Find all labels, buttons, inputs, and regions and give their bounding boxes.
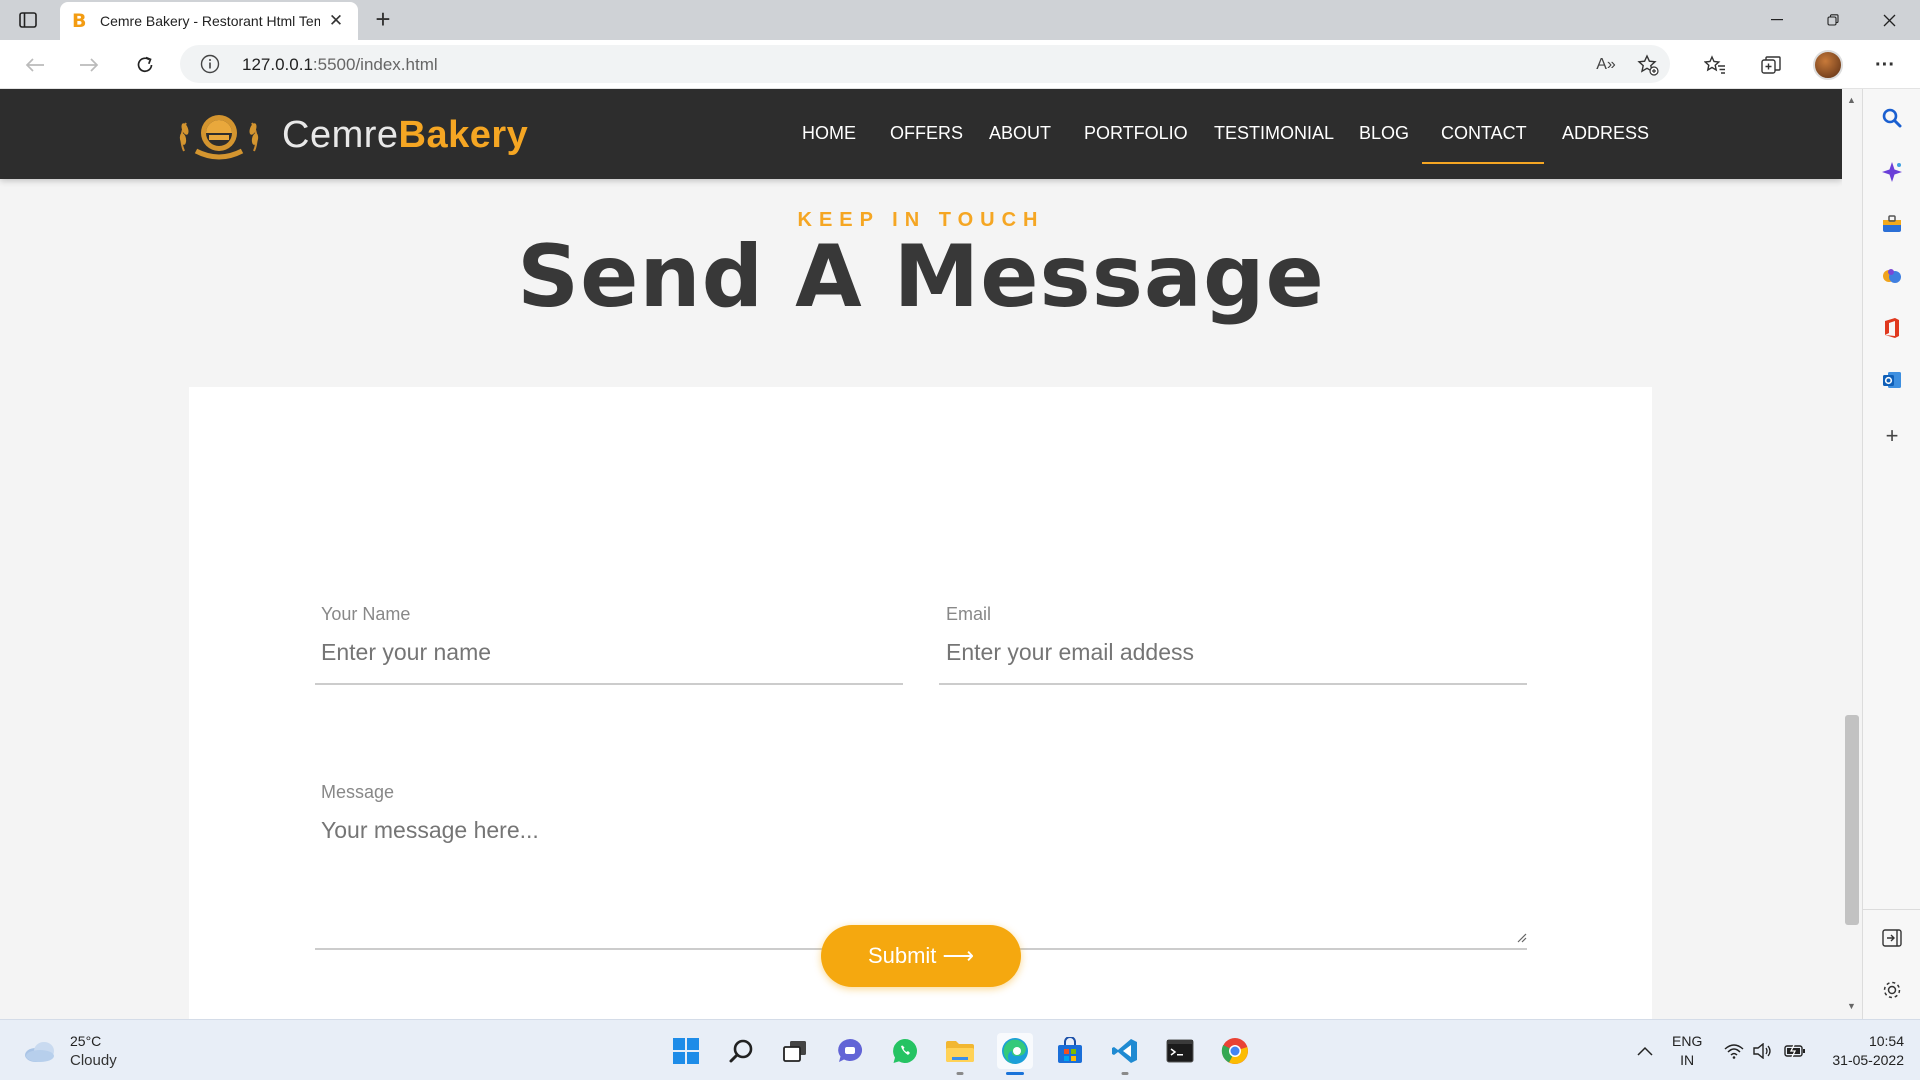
browser-tab-strip: B Cemre Bakery - Restorant Html Template… [0, 0, 1920, 40]
task-view-icon[interactable] [777, 1033, 813, 1069]
nav-testimonial[interactable]: TESTIMONIAL [1214, 123, 1334, 144]
active-app-indicator [1006, 1072, 1024, 1075]
message-textarea[interactable] [321, 817, 1521, 937]
terminal-icon[interactable] [1162, 1033, 1198, 1069]
favorites-icon[interactable] [1700, 50, 1730, 80]
microsoft-store-icon[interactable] [1052, 1033, 1088, 1069]
running-indicator [956, 1072, 964, 1075]
logo-text: CemreBakery [282, 114, 528, 157]
url-text: 127.0.0.1:5500/index.html [242, 55, 438, 75]
wifi-icon[interactable] [1724, 1020, 1744, 1080]
url-host: 127.0.0.1 [242, 55, 313, 74]
website-viewport: CemreBakery HOME OFFERS ABOUT PORTFOLIO … [0, 89, 1842, 1019]
name-underline [315, 683, 903, 685]
nav-about[interactable]: ABOUT [989, 123, 1051, 144]
weather-description: Cloudy [70, 1052, 117, 1069]
scroll-up-arrow-icon[interactable]: ▲ [1847, 95, 1856, 105]
tools-briefcase-icon[interactable] [1879, 211, 1905, 237]
name-label: Your Name [321, 604, 411, 624]
email-underline [939, 683, 1527, 685]
close-window-icon[interactable] [1862, 0, 1916, 40]
tab-title: Cemre Bakery - Restorant Html Template [100, 13, 320, 29]
cloud-icon [25, 1042, 54, 1062]
clock-date: 31-05-2022 [1832, 1052, 1904, 1068]
site-navbar: CemreBakery HOME OFFERS ABOUT PORTFOLIO … [0, 89, 1842, 179]
bakery-favicon-icon: B [72, 10, 87, 32]
sidebar-settings-gear-icon[interactable] [1879, 977, 1905, 1003]
logo-text-bold: Bakery [398, 113, 529, 156]
file-explorer-icon[interactable] [942, 1033, 978, 1075]
logo-text-light: Cemre [282, 113, 399, 156]
battery-icon[interactable] [1784, 1020, 1806, 1080]
message-label: Message [321, 782, 395, 802]
email-label: Email [946, 604, 992, 624]
hide-sidebar-icon[interactable] [1879, 925, 1905, 951]
add-sidebar-app-icon[interactable]: + [1879, 423, 1905, 449]
edge-browser-icon[interactable] [997, 1033, 1033, 1075]
region-code: IN [1680, 1052, 1695, 1068]
restore-icon[interactable] [1806, 0, 1860, 40]
show-hidden-icons-chevron-icon[interactable] [1636, 1020, 1654, 1080]
input-language[interactable]: ENG IN [1672, 1032, 1702, 1070]
search-icon[interactable] [1879, 105, 1905, 131]
contact-form-card: Your Name Email Message Submit ⟶ [189, 387, 1652, 1019]
submit-button[interactable]: Submit ⟶ [821, 925, 1021, 987]
active-nav-indicator [1422, 162, 1544, 164]
discover-sparkle-icon[interactable] [1879, 159, 1905, 185]
edge-sidebar: + [1862, 89, 1920, 1019]
read-aloud-icon[interactable]: A» [1594, 53, 1618, 77]
taskbar-search-icon[interactable] [723, 1033, 759, 1069]
name-input[interactable] [321, 639, 901, 666]
collections-icon[interactable] [1756, 50, 1786, 80]
windows-taskbar: 25°C Cloudy ENG IN 10:54 31-05-2022 [0, 1019, 1920, 1080]
nav-home[interactable]: HOME [802, 123, 856, 144]
section-heading: Send A Message [517, 227, 1325, 327]
close-tab-icon[interactable]: ✕ [326, 11, 346, 31]
language-code: ENG [1672, 1033, 1703, 1049]
nav-address[interactable]: ADDRESS [1562, 123, 1649, 144]
running-indicator [1121, 1072, 1129, 1075]
weather-temperature: 25°C [70, 1033, 102, 1049]
forward-arrow-icon[interactable] [74, 50, 104, 80]
scroll-thumb[interactable] [1845, 715, 1859, 925]
address-bar[interactable]: 127.0.0.1:5500/index.html A» [180, 45, 1670, 83]
page-scrollbar[interactable]: ▲ ▼ [1842, 89, 1862, 1019]
weather-widget[interactable]: 25°C Cloudy [22, 1032, 117, 1070]
scroll-down-arrow-icon[interactable]: ▼ [1847, 1001, 1856, 1011]
back-arrow-icon[interactable] [20, 50, 50, 80]
profile-avatar[interactable] [1813, 50, 1843, 80]
email-input[interactable] [946, 639, 1526, 666]
nav-portfolio[interactable]: PORTFOLIO [1084, 123, 1188, 144]
url-path: :5500/index.html [312, 55, 438, 74]
site-info-icon[interactable] [200, 54, 220, 74]
office-icon[interactable] [1879, 315, 1905, 341]
new-tab-icon[interactable]: + [368, 4, 398, 35]
site-logo[interactable]: CemreBakery [176, 107, 528, 163]
weather-text: 25°C Cloudy [70, 1032, 117, 1070]
minimize-icon[interactable] [1750, 0, 1804, 40]
bakery-emblem-icon [179, 115, 259, 160]
browser-toolbar: 127.0.0.1:5500/index.html A» ··· [0, 40, 1920, 89]
vscode-icon[interactable] [1107, 1033, 1143, 1075]
refresh-icon[interactable] [130, 50, 160, 80]
more-options-icon[interactable]: ··· [1870, 50, 1900, 80]
games-icon[interactable] [1879, 263, 1905, 289]
system-clock[interactable]: 10:54 31-05-2022 [1824, 1032, 1904, 1070]
nav-contact[interactable]: CONTACT [1441, 123, 1527, 144]
tab-actions-icon[interactable] [14, 8, 42, 32]
resize-handle-icon[interactable] [1515, 931, 1527, 943]
clock-time: 10:54 [1868, 1033, 1904, 1049]
outlook-icon[interactable] [1879, 367, 1905, 393]
start-windows-icon[interactable] [668, 1033, 704, 1069]
whatsapp-icon[interactable] [887, 1033, 923, 1069]
teams-chat-icon[interactable] [832, 1033, 868, 1069]
browser-tab-active[interactable]: B Cemre Bakery - Restorant Html Template… [60, 2, 358, 40]
chrome-icon[interactable] [1217, 1033, 1253, 1069]
sidebar-divider [1863, 909, 1920, 910]
nav-blog[interactable]: BLOG [1359, 123, 1409, 144]
volume-icon[interactable] [1752, 1020, 1772, 1080]
nav-offers[interactable]: OFFERS [890, 123, 963, 144]
add-favorite-icon[interactable] [1636, 53, 1660, 77]
